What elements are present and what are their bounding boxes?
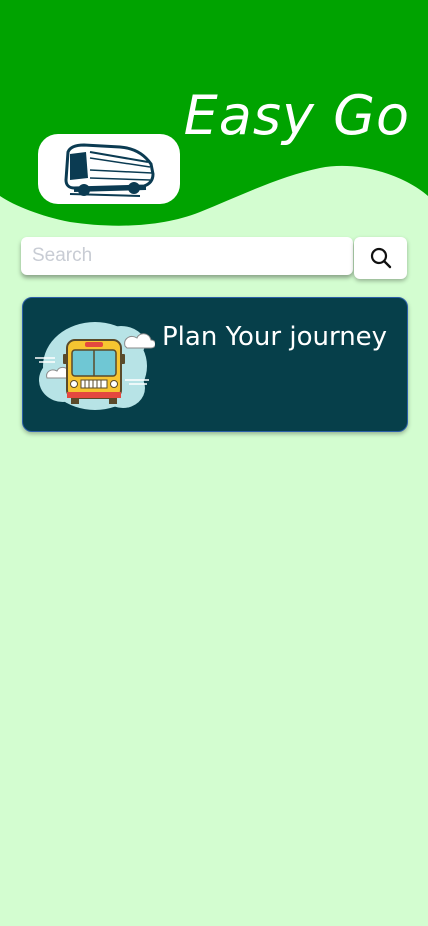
search-icon: [370, 247, 391, 269]
bus-clouds-illustration: [35, 322, 155, 410]
search-bar: [21, 237, 407, 279]
header: Easy Go: [0, 0, 428, 240]
search-button[interactable]: [354, 237, 407, 279]
search-input[interactable]: [21, 237, 353, 275]
app-title: Easy Go: [183, 84, 410, 147]
plan-journey-card[interactable]: Plan Your journey: [22, 297, 408, 432]
plan-journey-title: Plan Your journey: [162, 322, 388, 352]
logo-card: [38, 134, 180, 204]
bus-logo-icon: [64, 143, 155, 197]
